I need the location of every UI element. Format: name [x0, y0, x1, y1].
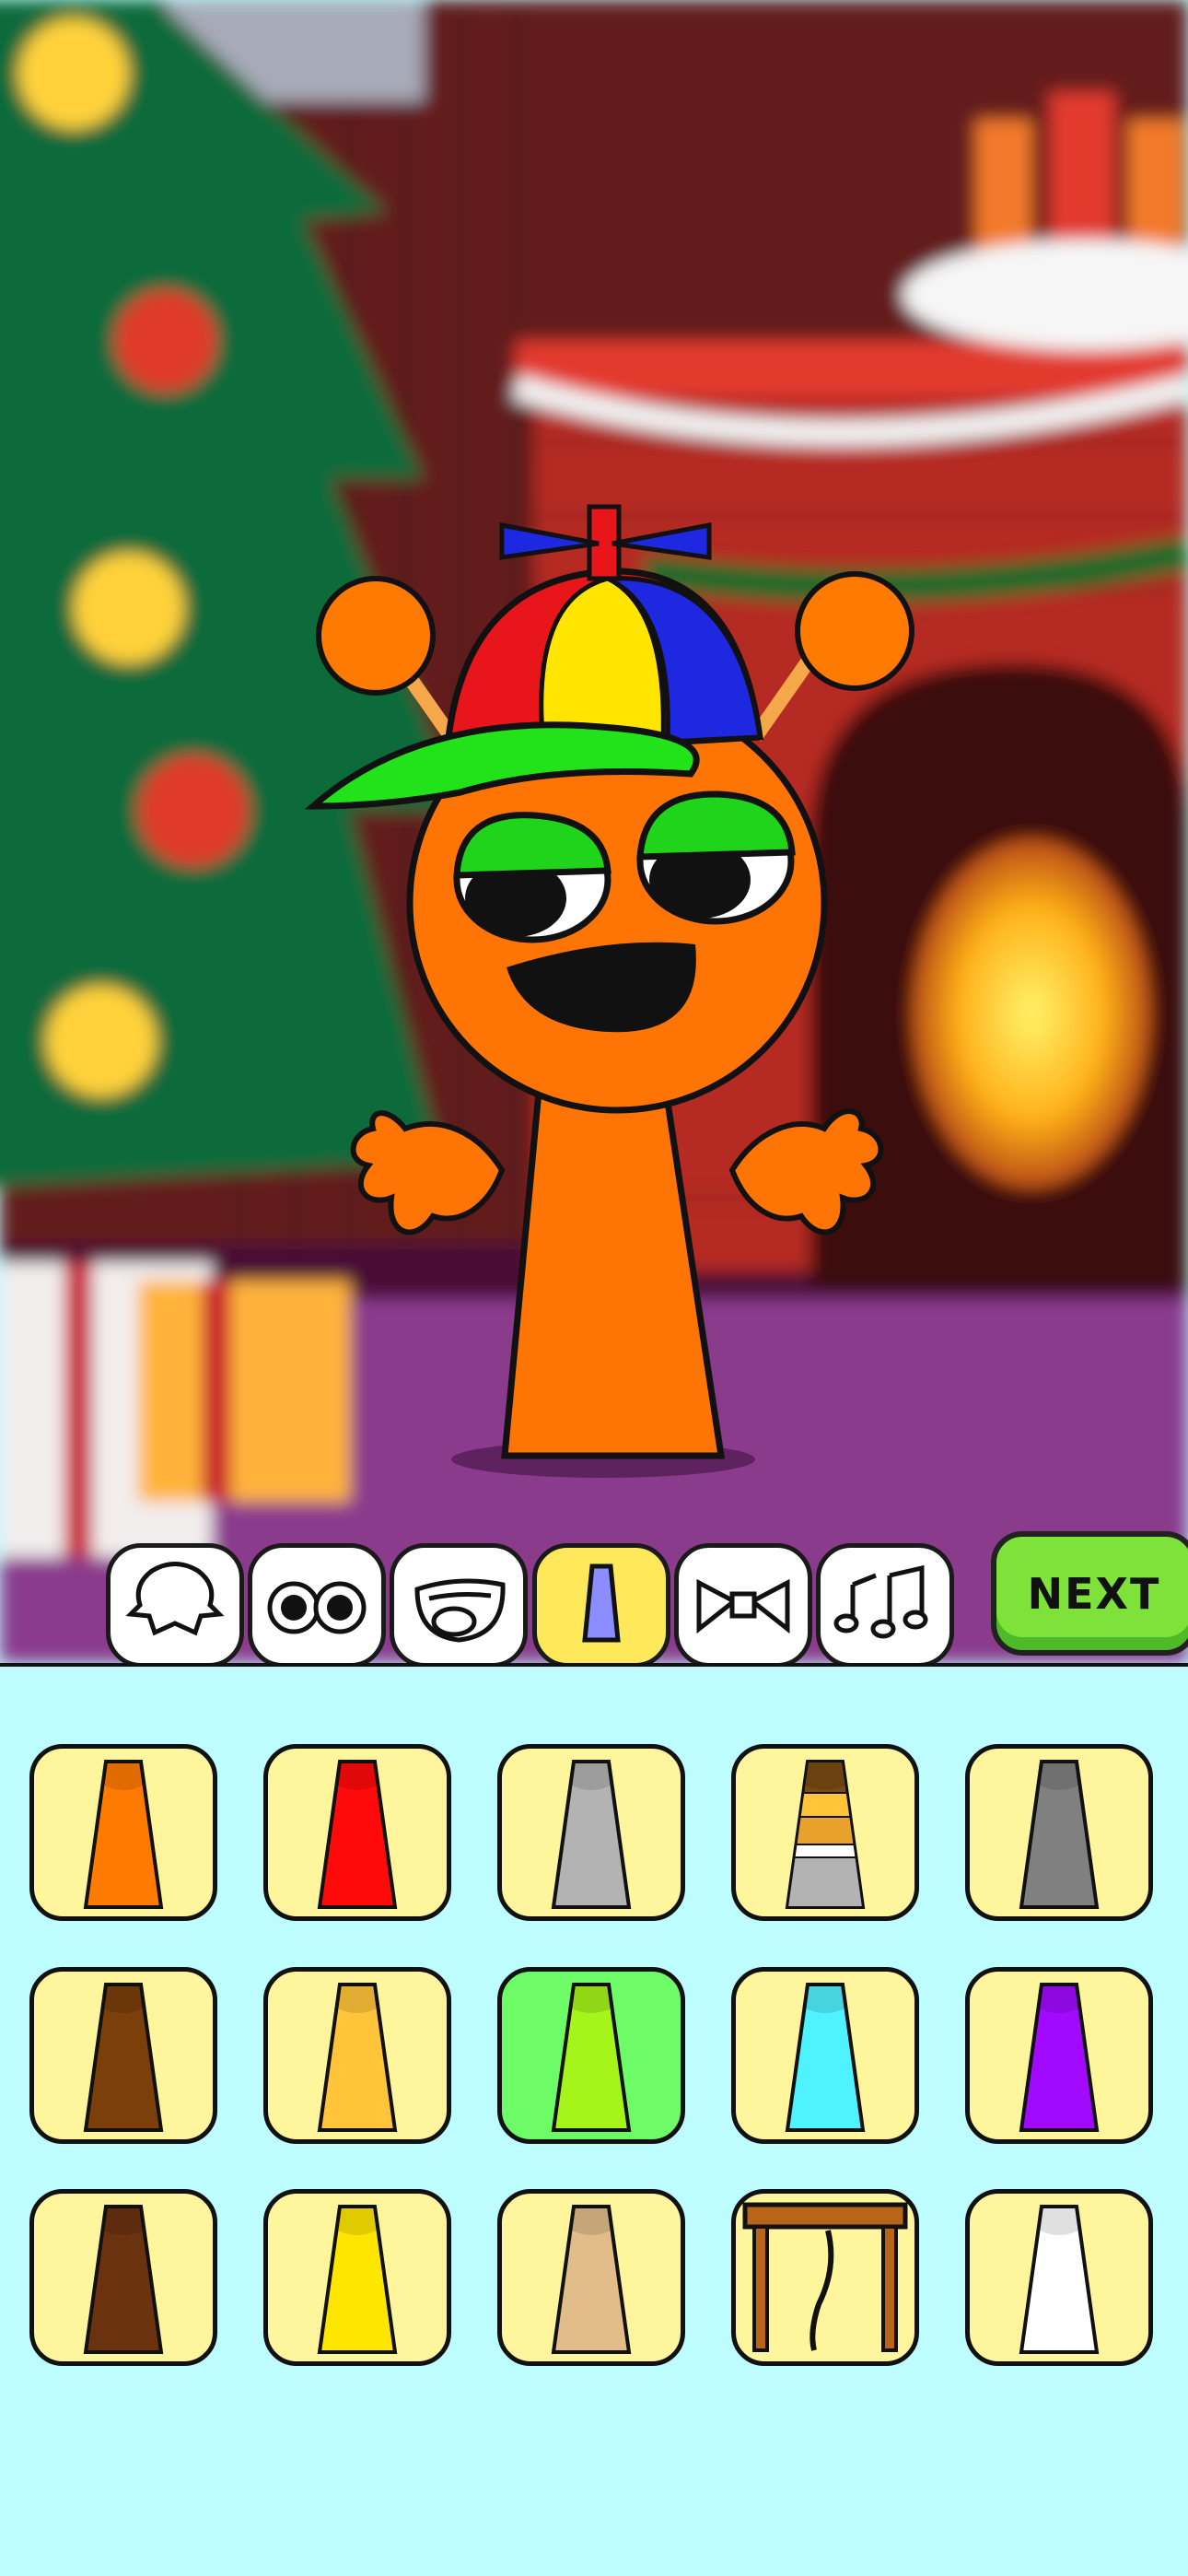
body-option-tile[interactable] [263, 2189, 451, 2366]
body-swatch-icon [83, 2205, 164, 2354]
body-swatch-icon [317, 1983, 398, 2132]
eyes-icon [267, 1581, 367, 1634]
body-option-tile[interactable] [731, 1744, 919, 1921]
body-swatch-icon [742, 2202, 908, 2352]
body-option-tile[interactable] [263, 1967, 451, 2144]
body-option-tile[interactable] [497, 2189, 685, 2366]
tab-body[interactable] [532, 1543, 670, 1687]
mouth-icon [414, 1578, 506, 1643]
body-option-tile[interactable] [965, 1967, 1153, 2144]
body-swatch-icon [551, 2205, 632, 2354]
head-shape-icon [125, 1562, 225, 1636]
body-swatch-icon [1019, 1983, 1100, 2132]
body-option-tile[interactable] [29, 1744, 217, 1921]
body-option-tile[interactable] [965, 2189, 1153, 2366]
body-option-tile[interactable] [497, 1744, 685, 1921]
body-option-tile[interactable] [29, 2189, 217, 2366]
body-swatch-icon [785, 1983, 866, 2132]
body-icon [582, 1563, 621, 1643]
body-option-tile[interactable] [263, 1744, 451, 1921]
body-option-tile[interactable] [497, 1967, 685, 2144]
body-swatch-icon [317, 2205, 398, 2354]
body-option-tile[interactable] [731, 2189, 919, 2366]
bow-tie-icon [696, 1578, 790, 1634]
body-swatch-icon [551, 1983, 632, 2132]
body-swatch-icon [1019, 2205, 1100, 2354]
next-button[interactable]: NEXT [991, 1531, 1188, 1656]
body-option-tile[interactable] [29, 1967, 217, 2144]
tab-mouth[interactable] [390, 1543, 528, 1687]
tab-sound[interactable] [816, 1543, 954, 1687]
tab-eyes[interactable] [248, 1543, 386, 1687]
body-option-tile[interactable] [965, 1744, 1153, 1921]
body-swatch-icon [1019, 1760, 1100, 1909]
body-swatch-icon [83, 1760, 164, 1909]
tab-head-shape[interactable] [106, 1543, 244, 1687]
body-swatch-icon [551, 1760, 632, 1909]
body-option-tile[interactable] [731, 1967, 919, 2144]
music-notes-icon [833, 1564, 928, 1639]
character-preview-scene [0, 0, 1188, 1663]
body-swatch-icon [785, 1760, 866, 1909]
body-swatch-icon [317, 1760, 398, 1909]
body-swatch-icon [83, 1983, 164, 2132]
tab-accessory[interactable] [674, 1543, 812, 1687]
